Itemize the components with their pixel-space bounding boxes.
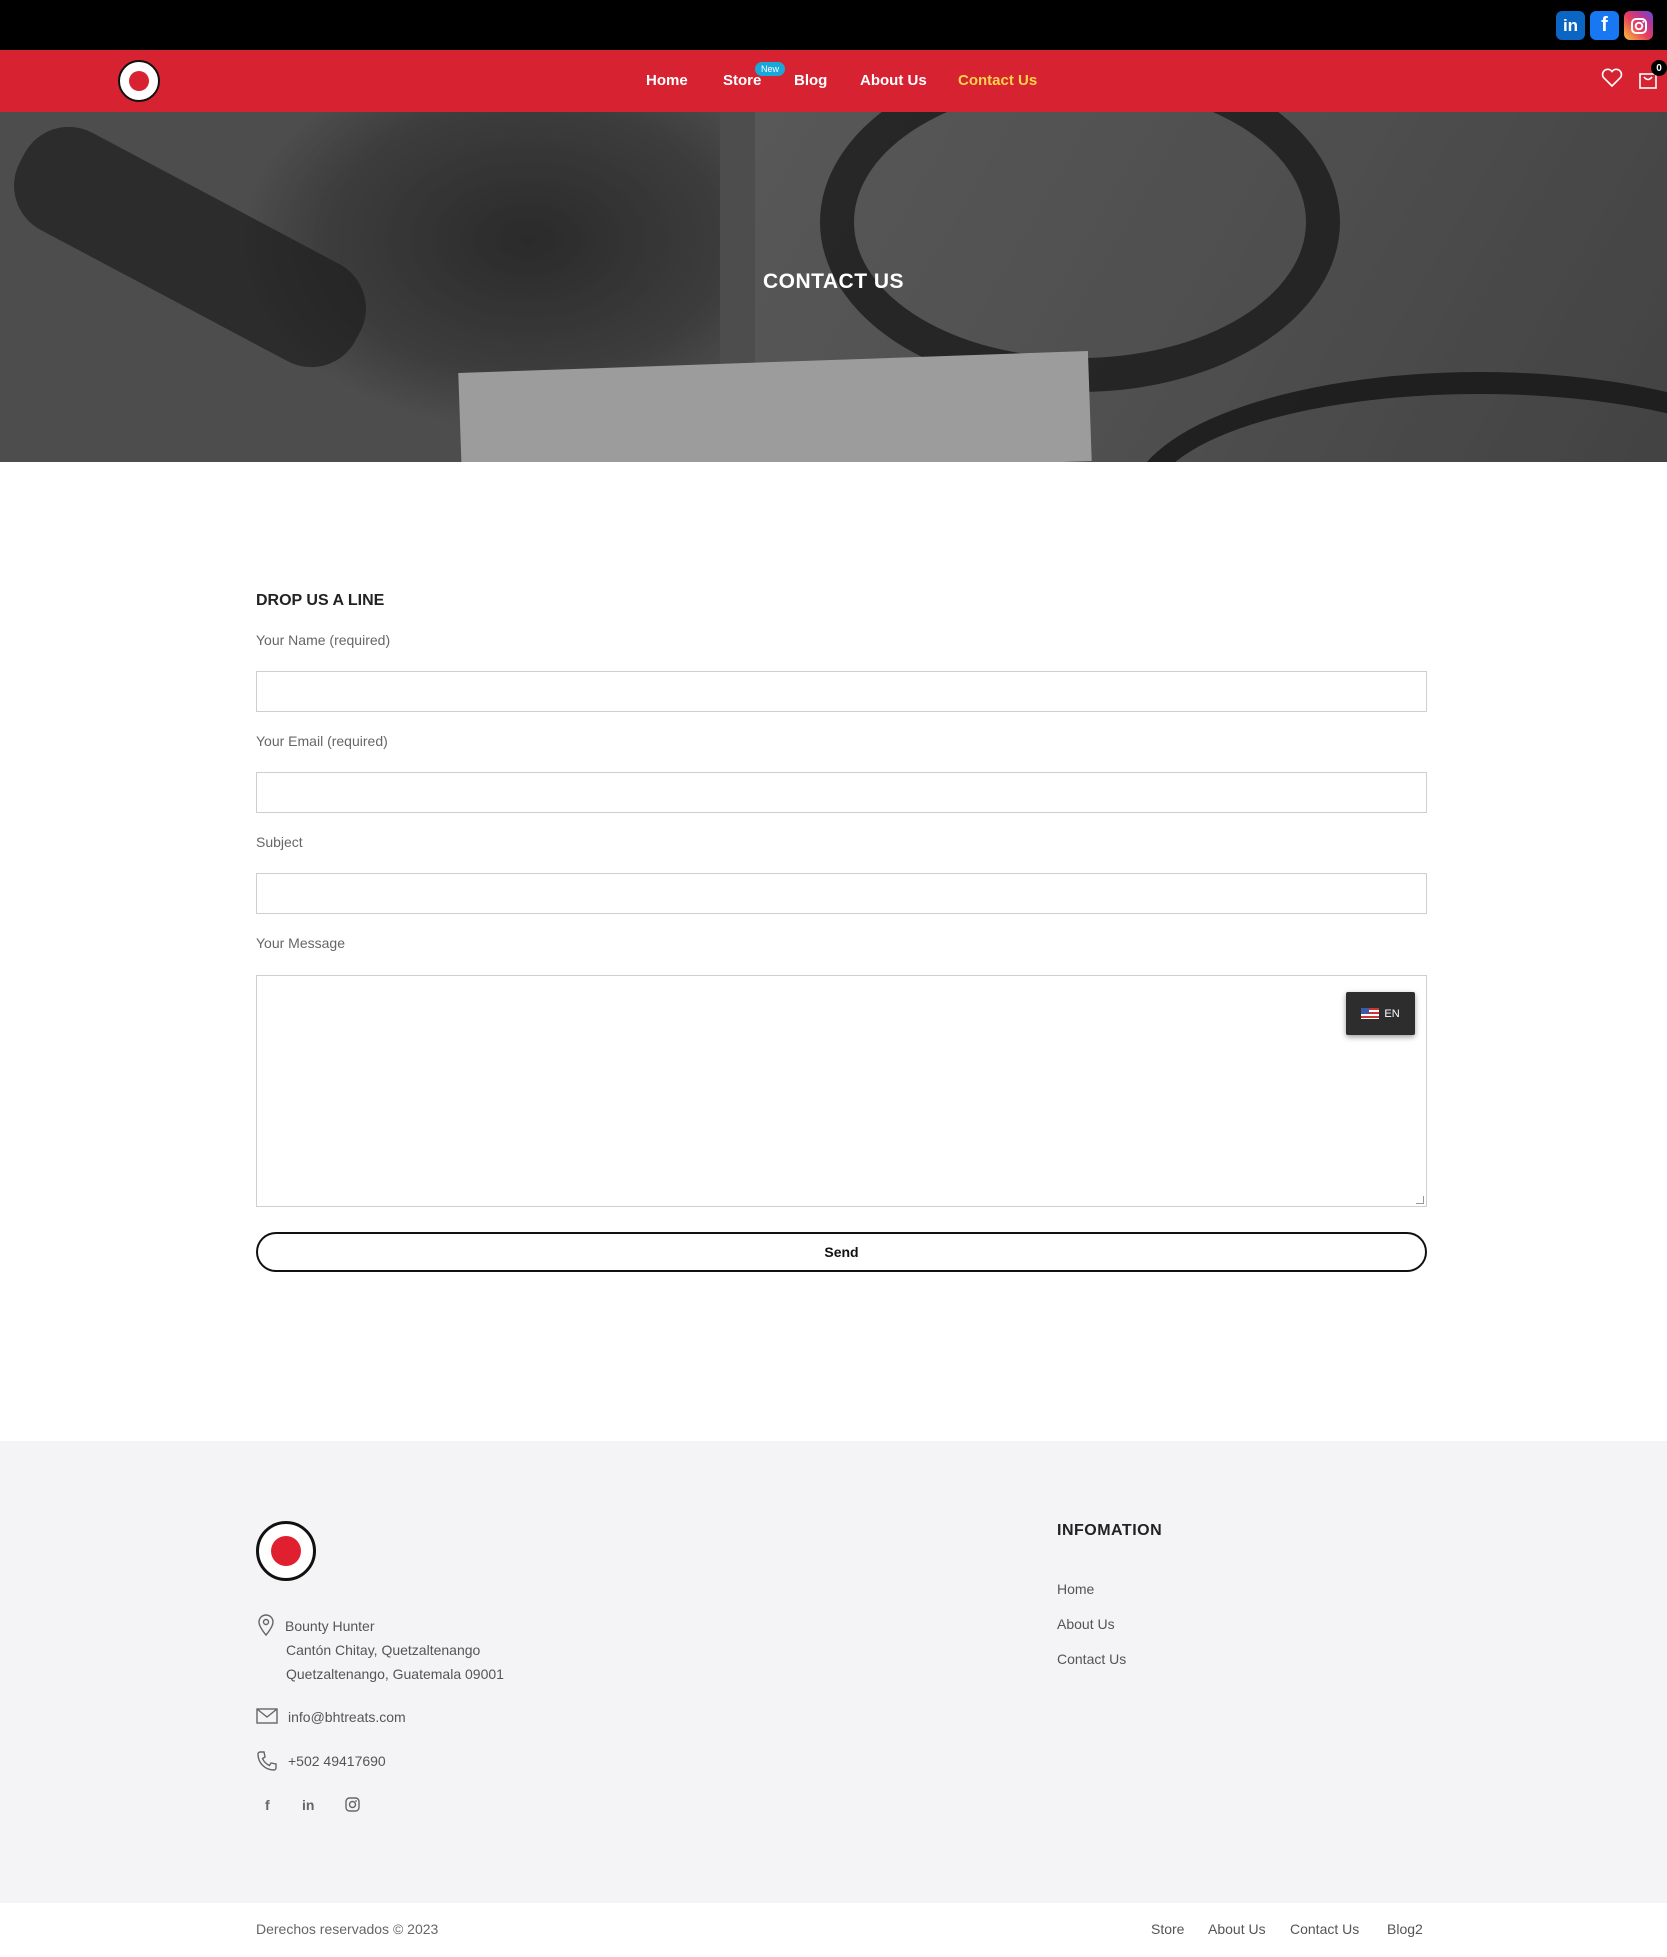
- message-textarea[interactable]: [256, 975, 1427, 1207]
- bottom-link-store[interactable]: Store: [1151, 1921, 1184, 1937]
- language-label: EN: [1384, 1007, 1400, 1020]
- nav-contact[interactable]: Contact Us: [958, 72, 1037, 89]
- us-flag-icon: [1361, 1008, 1380, 1019]
- instagram-icon[interactable]: [1624, 11, 1653, 40]
- main-navbar: Home Store New Blog About Us Contact Us …: [0, 50, 1667, 112]
- info-heading: INFOMATION: [1057, 1522, 1163, 1539]
- email-input[interactable]: [256, 772, 1427, 813]
- top-social-links: in f: [1556, 11, 1653, 40]
- send-button[interactable]: Send: [256, 1232, 1427, 1272]
- address-line-3: Quetzaltenango, Guatemala 09001: [286, 1666, 504, 1682]
- footer: [0, 1441, 1667, 1903]
- page-title: CONTACT US: [762, 270, 905, 293]
- bottom-link-contact[interactable]: Contact Us: [1290, 1921, 1359, 1937]
- top-social-bar: in f: [0, 0, 1667, 50]
- form-title: DROP US A LINE: [256, 592, 385, 609]
- language-switcher[interactable]: EN: [1346, 992, 1415, 1035]
- footer-phone[interactable]: +502 49417690: [288, 1749, 386, 1773]
- nav-blog[interactable]: Blog: [794, 72, 827, 89]
- name-label: Your Name (required): [256, 632, 391, 648]
- footer-link-home[interactable]: Home: [1057, 1581, 1094, 1597]
- footer-link-contact[interactable]: Contact Us: [1057, 1651, 1126, 1667]
- location-pin-icon: [257, 1614, 275, 1641]
- nav-home[interactable]: Home: [646, 72, 688, 89]
- nav-links: Home Store New Blog About Us Contact Us: [0, 50, 1667, 112]
- footer-instagram-icon[interactable]: [345, 1797, 360, 1815]
- email-label: Your Email (required): [256, 733, 388, 749]
- subject-label: Subject: [256, 834, 303, 850]
- store-new-badge: New: [755, 62, 786, 76]
- footer-email[interactable]: info@bhtreats.com: [288, 1705, 406, 1729]
- name-input[interactable]: [256, 671, 1427, 712]
- copyright: Derechos reservados © 2023: [256, 1921, 439, 1937]
- wishlist-heart-icon[interactable]: [1601, 68, 1623, 92]
- footer-logo[interactable]: [256, 1521, 316, 1581]
- nav-store[interactable]: Store: [723, 72, 761, 89]
- mail-icon: [256, 1708, 278, 1729]
- footer-link-about[interactable]: About Us: [1057, 1616, 1115, 1632]
- message-label: Your Message: [256, 935, 345, 951]
- cart-count-badge: 0: [1651, 60, 1667, 76]
- linkedin-icon[interactable]: in: [1556, 11, 1585, 40]
- phone-icon: [256, 1750, 278, 1777]
- address-line-2: Cantón Chitay, Quetzaltenango: [286, 1642, 481, 1658]
- bottom-link-blog2[interactable]: Blog2: [1387, 1921, 1423, 1937]
- subject-input[interactable]: [256, 873, 1427, 914]
- address-line-1: Bounty Hunter: [285, 1618, 375, 1634]
- facebook-icon[interactable]: f: [1590, 11, 1619, 40]
- footer-linkedin-icon[interactable]: in: [302, 1797, 314, 1813]
- resize-handle[interactable]: [1416, 1196, 1424, 1204]
- footer-facebook-icon[interactable]: f: [265, 1797, 270, 1813]
- nav-about[interactable]: About Us: [860, 72, 927, 89]
- bottom-link-about[interactable]: About Us: [1208, 1921, 1266, 1937]
